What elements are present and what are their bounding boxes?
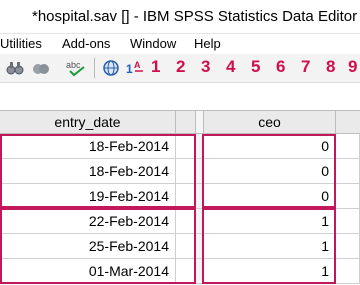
toolbar-number-9: 9 [348,57,358,76]
cell-ceo[interactable]: 0 [204,159,336,184]
toolbar-number-1: 1 [151,57,161,76]
cell-blank[interactable] [176,259,196,284]
pane-splitter-cell [196,159,204,184]
binoculars-icon[interactable] [6,59,24,77]
cell-blank[interactable] [176,209,196,234]
cell-ceo[interactable]: 1 [204,259,336,284]
cell-next[interactable] [336,184,360,209]
pane-splitter-cell [196,209,204,234]
cell-blank[interactable] [176,134,196,159]
menu-utilities[interactable]: Utilities [0,36,42,51]
cell-ceo[interactable]: 1 [204,234,336,259]
pane-splitter-cell [196,259,204,284]
window-title: *hospital.sav [] - IBM SPSS Statistics D… [32,8,358,25]
svg-text:1: 1 [126,62,133,76]
menu-window[interactable]: Window [130,36,176,51]
toolbar: abc 1 A 1 2 3 4 5 6 7 8 9 [0,54,360,83]
column-header-entry-date[interactable]: entry_date [0,110,176,134]
toolbar-separator [94,58,95,78]
cell-entry-date[interactable]: 25-Feb-2014 [0,234,176,259]
cell-next[interactable] [336,134,360,159]
spellcheck-icon[interactable]: abc [66,59,88,77]
cell-blank[interactable] [176,234,196,259]
value-labels-icon[interactable]: 1 A [126,59,146,77]
toolbar-number-5: 5 [251,57,261,76]
menu-bar: Utilities Add-ons Window Help [0,34,360,54]
toolbar-number-4: 4 [226,57,236,76]
toolbar-number-7: 7 [301,57,311,76]
menu-help[interactable]: Help [194,36,221,51]
column-header-ceo[interactable]: ceo [204,110,336,134]
toolbar-number-6: 6 [276,57,286,76]
title-bar: *hospital.sav [] - IBM SPSS Statistics D… [0,0,360,34]
data-view-top-gap [0,83,360,109]
cell-entry-date[interactable]: 18-Feb-2014 [0,134,176,159]
cell-entry-date[interactable]: 01-Mar-2014 [0,259,176,284]
toolbar-number-8: 8 [326,57,336,76]
cell-entry-date[interactable]: 18-Feb-2014 [0,159,176,184]
cell-blank[interactable] [176,184,196,209]
svg-text:abc: abc [66,60,81,70]
menu-add-ons[interactable]: Add-ons [62,36,110,51]
cell-next[interactable] [336,259,360,284]
cell-ceo[interactable]: 0 [204,184,336,209]
cell-entry-date[interactable]: 22-Feb-2014 [0,209,176,234]
svg-text:A: A [134,60,141,70]
cell-ceo[interactable]: 1 [204,209,336,234]
pane-splitter[interactable] [196,110,204,134]
toolbar-number-3: 3 [201,57,211,76]
cell-ceo[interactable]: 0 [204,134,336,159]
pane-splitter-cell [196,234,204,259]
pane-splitter-cell [196,134,204,159]
cell-entry-date[interactable]: 19-Feb-2014 [0,184,176,209]
cell-blank[interactable] [176,159,196,184]
find-icon[interactable] [32,59,50,77]
column-header-blank[interactable] [176,110,196,134]
globe-icon[interactable] [102,59,120,77]
column-header-next[interactable] [336,110,360,134]
toolbar-number-2: 2 [176,57,186,76]
cell-next[interactable] [336,234,360,259]
cell-next[interactable] [336,159,360,184]
cell-next[interactable] [336,209,360,234]
pane-splitter-cell [196,184,204,209]
